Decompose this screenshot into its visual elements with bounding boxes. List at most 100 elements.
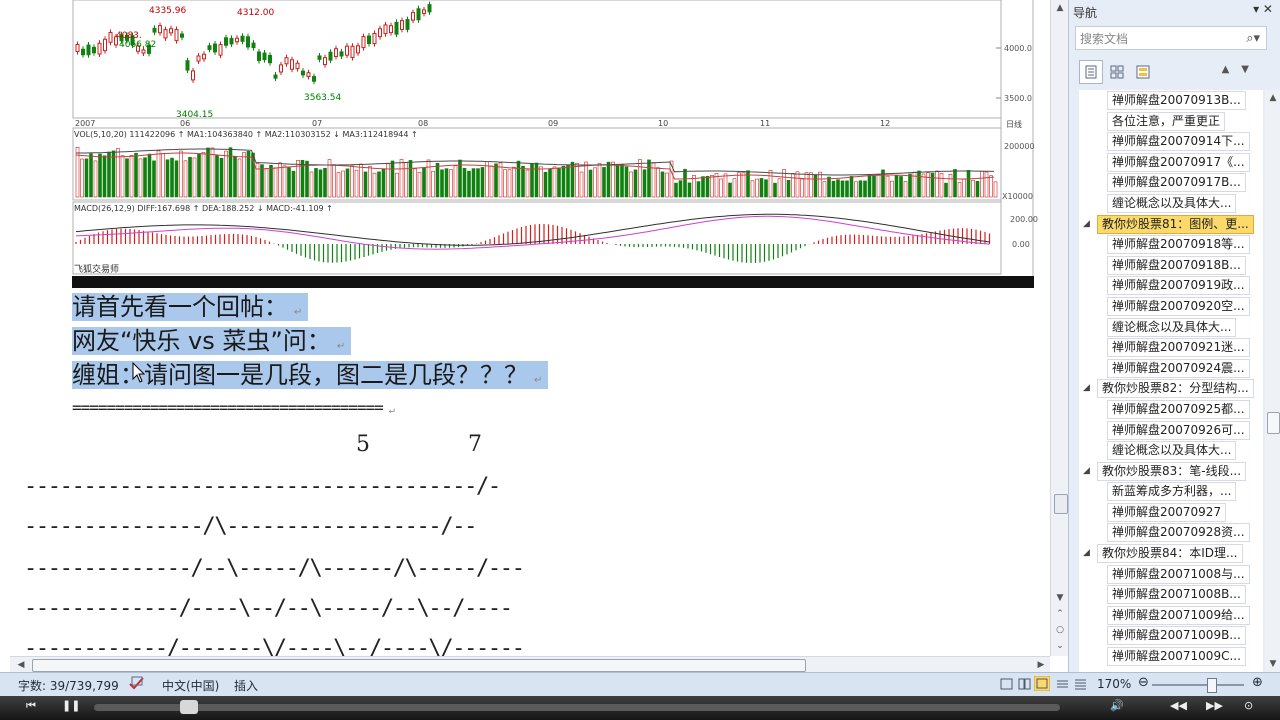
collapse-triangle-icon[interactable]: ◢ [1083,214,1090,234]
nav-heading-item[interactable]: ◢ 教你炒股票82：分型结构... [1079,378,1263,399]
nav-item-label: 缠论概念以及具体大... [1107,317,1237,337]
tab-headings-icon[interactable] [1079,60,1103,84]
full-screen-reading-icon[interactable] [1018,678,1031,693]
nav-subheading-item[interactable]: 各位注意，严重更正 [1079,111,1263,132]
print-layout-icon[interactable] [1000,678,1013,693]
nav-subheading-item[interactable]: 禅师解盘20070921迷... [1079,337,1263,358]
nav-subheading-item[interactable]: 禅师解盘20070918B... [1079,255,1263,276]
nav-subheading-item[interactable]: 禅师解盘20070917《... [1079,152,1263,173]
nav-scroll-up-icon[interactable]: ▲ [1265,90,1280,106]
volume-bar [800,178,804,198]
nav-heading-item[interactable]: ◢ 教你炒股票81：图例、更... [1079,214,1263,235]
draft-view-icon[interactable] [1074,678,1087,693]
pause-icon[interactable]: ❚❚ [62,699,80,712]
collapse-triangle-icon[interactable]: ◢ [1083,378,1090,398]
zoom-in-icon[interactable]: ⊕ [1252,675,1263,690]
nav-subheading-item[interactable]: 禅师解盘20071009给... [1079,605,1263,626]
nav-subheading-item[interactable]: 禅师解盘20070917B... [1079,172,1263,193]
horizontal-scrollbar[interactable]: ◀ ▶ [10,656,1050,673]
tab-results-icon[interactable] [1131,60,1155,84]
price-label-low2: 3563.54 [304,93,341,103]
collapse-triangle-icon[interactable]: ◢ [1083,461,1090,481]
proofing-icon[interactable] [128,675,146,694]
nav-search-input[interactable]: 搜索文档 ⌕▾ [1075,26,1267,50]
zoom-slider-knob[interactable] [1206,678,1217,693]
settings-icon[interactable]: ⊙ [1244,699,1253,712]
nav-heading-item[interactable]: ◢ 教你炒股票84：本ID理... [1079,543,1263,564]
volume-bar [719,178,723,198]
volume-bar [611,161,615,198]
outline-view-icon[interactable] [1056,678,1069,693]
volume-bar [485,161,489,198]
nav-subheading-item[interactable]: 禅师解盘20070924震... [1079,358,1263,379]
nav-subheading-item[interactable]: 缠论概念以及具体大... [1079,440,1263,461]
web-layout-icon[interactable] [1033,675,1051,694]
volume-bar [323,167,327,198]
nav-scroll-down-icon[interactable]: ▼ [1265,656,1280,672]
selected-text-line-2[interactable]: 网友“快乐 vs 菜虫”问： ↵ [72,324,352,358]
nav-subheading-item[interactable]: 缠论概念以及具体大... [1079,193,1263,214]
scroll-down-icon[interactable]: ▼ [1051,590,1069,606]
select-browse-object-icon[interactable]: ○ [1051,622,1069,638]
collapse-triangle-icon[interactable]: ◢ [1083,543,1090,563]
next-browse-icon[interactable]: ⌄ [1051,638,1069,654]
nav-subheading-item[interactable]: 禅师解盘20070927 [1079,502,1263,523]
nav-subheading-item[interactable]: 缠论概念以及具体大... [1079,317,1263,338]
progress-track[interactable] [94,704,1060,711]
zoom-out-icon[interactable]: ⊖ [1138,675,1149,690]
selected-text-line-1[interactable]: 请首先看一个回帖： ↵ [72,290,309,324]
previous-icon[interactable]: ◀◀ [1170,699,1187,712]
nav-subheading-item[interactable]: 禅师解盘20071008B... [1079,584,1263,605]
nav-subheading-item[interactable]: 禅师解盘20070919政... [1079,275,1263,296]
segment-count-right: 7 [468,432,482,457]
volume-bar [858,180,863,198]
scroll-up-icon[interactable]: ▲ [1051,0,1069,16]
nav-subheading-item[interactable]: 禅师解盘20070920空... [1079,296,1263,317]
zoom-level[interactable]: 170% [1097,677,1131,691]
next-icon[interactable]: ▶▶ [1206,699,1223,712]
volume-bar [161,153,165,198]
nav-subheading-item[interactable]: 禅师解盘20070925都... [1079,399,1263,420]
insert-mode-indicator[interactable]: 插入 [234,677,258,694]
nav-scrollbar[interactable]: ▲ ▼ [1265,90,1280,672]
volume-bar [480,167,485,198]
volume-bar [818,171,822,198]
volume-bar [426,159,431,198]
skip-back-icon[interactable]: ⏮ [26,699,36,713]
candle-body [207,45,212,50]
nav-subheading-item[interactable]: 禅师解盘20070926可... [1079,420,1263,441]
volume-bar [687,182,692,198]
tab-pages-icon[interactable] [1105,60,1129,84]
nav-heading-item[interactable]: ◢ 教你炒股票83：笔-线段... [1079,461,1263,482]
nav-subheading-item[interactable]: 禅师解盘20071009C... [1079,646,1263,667]
horizontal-scroll-thumb[interactable] [32,659,806,672]
nav-subheading-item[interactable]: 禅师解盘20070913B... [1079,90,1263,111]
nav-subheading-item[interactable]: 禅师解盘20071008与... [1079,564,1263,585]
zoom-slider-track[interactable] [1152,684,1244,686]
document-area[interactable]: 4335.96 4312.00 4083. 4066.82 3404.15 35… [0,0,1048,656]
vertical-scrollbar[interactable]: ▲ ▼ ⌃ ○ ⌄ [1050,0,1069,656]
nav-prev-next-icon[interactable]: ▲▼ [1222,64,1261,75]
search-icon[interactable]: ⌕▾ [1246,27,1260,51]
ascii-diagram-row: ------------/-------\/----\--/----\/----… [24,636,525,656]
progress-knob[interactable] [179,700,198,714]
prev-browse-icon[interactable]: ⌃ [1051,606,1069,622]
volume-bar [930,172,935,198]
nav-scroll-thumb[interactable] [1267,412,1280,434]
nav-pane-controls[interactable]: ▾ ✕ [1253,2,1273,16]
volume-icon[interactable]: 🔊 [1110,699,1124,712]
scroll-right-icon[interactable]: ▶ [1032,657,1050,673]
macd-tick-200: 200.00 [1010,215,1038,224]
vertical-scroll-thumb[interactable] [1054,494,1068,514]
nav-subheading-item[interactable]: 禅师解盘20070928资... [1079,522,1263,543]
word-count[interactable]: 字数: 39/739,799 [18,677,119,694]
candle-body [328,51,333,61]
nav-subheading-item[interactable]: 禅师解盘20070918等... [1079,234,1263,255]
scroll-left-icon[interactable]: ◀ [12,657,30,673]
nav-subheading-item[interactable]: 禅师解盘20071009B... [1079,625,1263,646]
volume-bar [584,161,588,198]
candle-body [185,60,190,71]
language-indicator[interactable]: 中文(中国) [162,677,219,694]
nav-subheading-item[interactable]: 禅师解盘20070914下... [1079,131,1263,152]
nav-subheading-item[interactable]: 新蓝筹成多方利器，... [1079,481,1263,502]
